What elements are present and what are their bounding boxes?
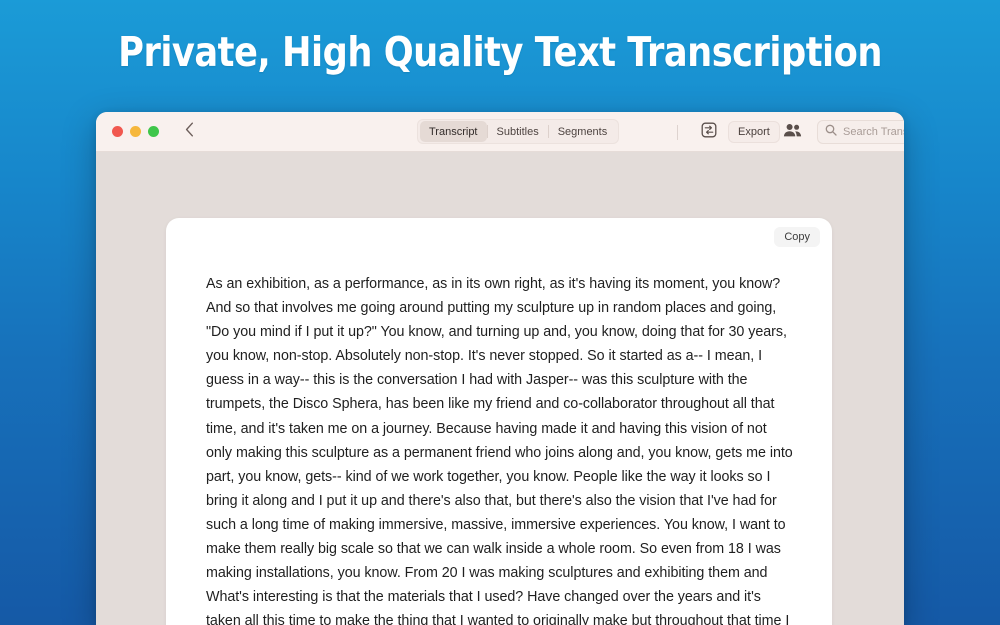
speakers-button[interactable] xyxy=(780,121,804,143)
transcript-card: Copy As an exhibition, as a performance,… xyxy=(166,218,832,625)
page-title: Private, High Quality Text Transcription xyxy=(118,28,882,76)
hero-headline: Private, High Quality Text Transcription xyxy=(0,0,1000,104)
maximize-button[interactable] xyxy=(148,126,159,137)
tab-transcript[interactable]: Transcript xyxy=(420,121,487,142)
transcript-text: As an exhibition, as a performance, as i… xyxy=(206,276,793,625)
export-button[interactable]: Export xyxy=(728,121,780,143)
window-toolbar: Transcript Subtitles Segments Export Sea… xyxy=(96,112,904,152)
close-button[interactable] xyxy=(112,126,123,137)
back-button[interactable] xyxy=(179,122,199,142)
tab-transcript-label: Transcript xyxy=(429,125,478,138)
tab-subtitles[interactable]: Subtitles xyxy=(488,121,548,142)
app-window: Transcript Subtitles Segments Export Sea… xyxy=(96,112,904,625)
window-content: Copy As an exhibition, as a performance,… xyxy=(96,152,904,625)
tab-segments-label: Segments xyxy=(557,125,608,138)
copy-button-label: Copy xyxy=(784,231,810,243)
search-transcripts-field[interactable]: Search Transcripts xyxy=(817,120,904,144)
toolbar-divider xyxy=(677,125,678,140)
translate-swap-icon xyxy=(701,122,717,143)
search-icon xyxy=(825,123,837,141)
translate-button[interactable] xyxy=(698,121,720,143)
minimize-button[interactable] xyxy=(130,126,141,137)
view-mode-segmented-control[interactable]: Transcript Subtitles Segments xyxy=(417,119,620,144)
copy-button[interactable]: Copy xyxy=(774,227,820,247)
chevron-left-icon xyxy=(185,122,194,142)
speakers-people-icon xyxy=(783,123,802,142)
export-button-label: Export xyxy=(738,126,770,138)
tab-segments[interactable]: Segments xyxy=(549,121,617,142)
tab-subtitles-label: Subtitles xyxy=(496,125,539,138)
search-input-placeholder[interactable]: Search Transcripts xyxy=(843,126,904,138)
traffic-lights xyxy=(112,126,159,137)
